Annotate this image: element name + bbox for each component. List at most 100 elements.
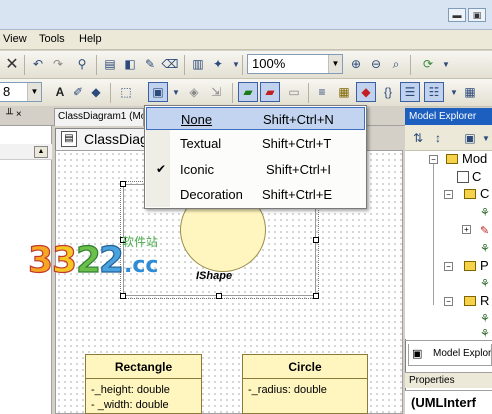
chevron-down-icon: ▼ [27,83,41,101]
sort-alpha-icon[interactable]: ↕ [428,128,448,148]
menu-item-iconic[interactable]: ✔ Iconic Shift+Ctrl+I [146,158,365,181]
menu-tools[interactable]: Tools [39,33,65,45]
tree-item[interactable]: R [480,293,489,308]
collapse-toggle[interactable]: − [444,297,453,306]
class-attribute: - _width: double [91,399,169,411]
diagram-icon: ▤ [61,131,77,147]
chevron-down-icon[interactable]: ▼ [226,54,246,74]
pen-icon[interactable]: ✐ [68,82,88,102]
wizard-icon[interactable]: ✦ [208,54,228,74]
suppress-icon[interactable]: ▭ [284,82,304,102]
brush-icon[interactable]: ✎ [140,54,160,74]
tree-item[interactable]: C [480,186,489,201]
close-icon[interactable]: ✕ [2,54,22,74]
align-icon[interactable]: ≡ [312,82,332,102]
color-icon[interactable]: ◈ [184,82,204,102]
braces-icon[interactable]: {} [378,82,398,102]
chevron-down-icon: ▼ [328,55,342,73]
layout-icon[interactable]: ☰ [400,82,420,102]
zoom-combo[interactable]: 100% ▼ [247,54,343,74]
paste-format-icon[interactable]: ◧ [120,54,140,74]
auto-resize-icon[interactable]: ☷ [424,82,444,102]
tree-item[interactable]: P [480,258,489,273]
chevron-down-icon[interactable]: ▼ [436,54,456,74]
resize-handle[interactable] [120,181,126,187]
menu-bar [0,30,492,50]
scroll-up-button[interactable]: ▲ [34,146,48,158]
menu-view[interactable]: View [3,33,27,45]
title-strip [0,0,492,30]
collapse-toggle[interactable]: − [444,190,453,199]
tab-classdiagram[interactable]: ClassDiagram1 (Mo [54,108,144,126]
refresh-icon[interactable]: ⟳ [418,54,438,74]
stereotype-display-icon[interactable]: ▣ [148,82,168,102]
svg-text:2: 2 [76,240,101,281]
resize-handle[interactable] [313,293,319,299]
show-operations-icon[interactable]: ▰ [260,82,280,102]
divider [405,340,492,341]
properties-icon[interactable]: ◆ [356,82,376,102]
chevron-down-icon[interactable]: ▼ [476,128,492,148]
find-icon[interactable]: ⚲ [72,54,92,74]
sort-icon[interactable]: ⇅ [408,128,428,148]
svg-text:软件站: 软件站 [122,235,158,249]
expand-toggle[interactable]: + [462,225,471,234]
font-color-icon[interactable]: A [50,82,70,102]
font-size-combo[interactable]: 8 ▼ [0,82,42,102]
menu-item-decoration[interactable]: Decoration Shift+Ctrl+E [146,183,365,206]
fill-icon[interactable]: ◆ [86,82,106,102]
menu-item-none[interactable]: None Shift+Ctrl+N [146,107,365,130]
collapse-toggle[interactable]: − [429,155,438,164]
copy-format-icon[interactable]: ▤ [100,54,120,74]
svg-text:2: 2 [99,240,124,281]
class-rectangle[interactable]: Rectangle -_height: double - _width: dou… [85,354,202,414]
grid-icon[interactable]: ▦ [460,82,480,102]
class-name: Rectangle [86,355,201,379]
chevron-down-icon[interactable]: ▼ [166,82,186,102]
tree-item[interactable]: C [472,169,481,184]
class-icon [464,261,476,271]
class-attribute: -_radius: double [248,384,327,396]
toolbar-separator [110,83,111,103]
class-name: Circle [243,355,367,379]
class-icon [464,189,476,199]
stereotype-display-menu: None Shift+Ctrl+N Textual Shift+Ctrl+T ✔… [144,105,367,209]
menu-item-textual[interactable]: Textual Shift+Ctrl+T [146,132,365,155]
menu-help[interactable]: Help [79,33,102,45]
model-icon [446,154,458,164]
resize-handle[interactable] [313,237,319,243]
tree-item-model[interactable]: Mod [462,151,487,166]
toolbar-separator [24,55,25,75]
restore-button[interactable]: ▣ [468,8,486,22]
properties-value: (UMLInterf [405,390,492,414]
zoom-fit-icon[interactable]: ⌕ [386,54,406,74]
checkmark-icon: ✔ [156,162,167,176]
diagram-icon[interactable]: ▥ [188,54,208,74]
toolbar-separator [308,83,309,103]
zoom-out-icon[interactable]: ⊖ [366,54,386,74]
resize-handle[interactable] [120,293,126,299]
collapse-toggle[interactable]: − [444,262,453,271]
operation-icon: ✎ [480,225,490,237]
explorer-icon: ▣ [412,348,423,360]
delete-format-icon[interactable]: ⌫ [160,54,180,74]
show-attributes-icon[interactable]: ▰ [238,82,258,102]
minimize-button[interactable]: ▬ [448,8,466,22]
toolbar-separator [232,83,233,103]
attribute-icon: ⚘ [480,313,490,325]
redo-icon[interactable]: ↷ [48,54,68,74]
attribute-icon: ⚘ [480,278,490,290]
class-attribute: -_height: double [91,384,170,396]
undo-icon[interactable]: ↶ [28,54,48,74]
panel-pin-close[interactable]: ╨ × [6,109,22,120]
resize-handle[interactable] [216,293,222,299]
note-icon[interactable]: ▦ [334,82,354,102]
zoom-in-icon[interactable]: ⊕ [346,54,366,74]
toolbar-separator [410,55,411,75]
tree-connector [433,160,434,305]
class-circle[interactable]: Circle -_radius: double [242,354,368,414]
watermark-logo: 3 3 2 2 .cc 软件站 [26,228,176,284]
properties-title: Properties [405,372,492,388]
select-icon[interactable]: ⬚ [116,82,136,102]
line-style-icon[interactable]: ⇲ [206,82,226,102]
